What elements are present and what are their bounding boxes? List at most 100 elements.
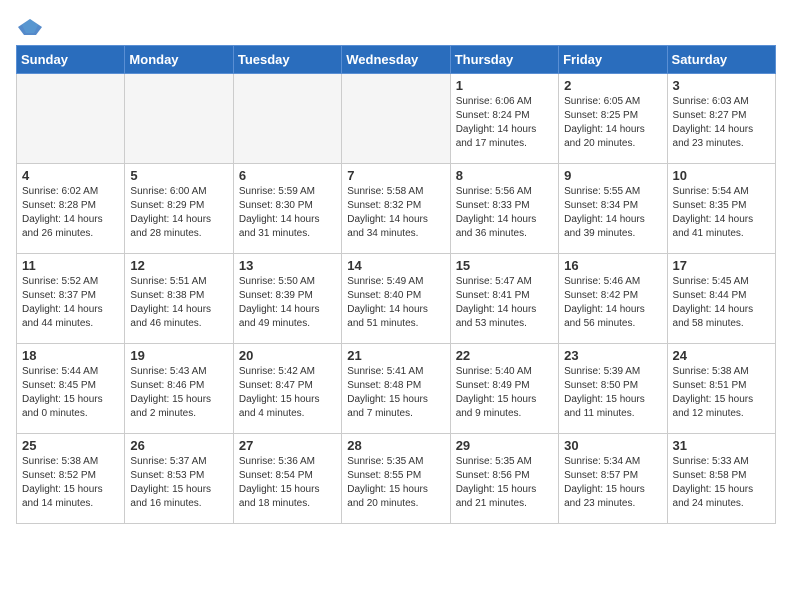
day-number: 30: [564, 438, 661, 453]
calendar-cell: 8 Sunrise: 5:56 AM Sunset: 8:33 PM Daylig…: [450, 164, 558, 254]
day-header-friday: Friday: [559, 46, 667, 74]
day-number: 14: [347, 258, 444, 273]
calendar-cell: 3 Sunrise: 6:03 AM Sunset: 8:27 PM Daylig…: [667, 74, 775, 164]
day-header-tuesday: Tuesday: [233, 46, 341, 74]
calendar-cell: 2 Sunrise: 6:05 AM Sunset: 8:25 PM Daylig…: [559, 74, 667, 164]
week-row-5: 25 Sunrise: 5:38 AM Sunset: 8:52 PM Dayli…: [17, 434, 776, 524]
page-header: [16, 16, 776, 37]
day-number: 11: [22, 258, 119, 273]
day-number: 9: [564, 168, 661, 183]
calendar-cell: 24 Sunrise: 5:38 AM Sunset: 8:51 PM Dayli…: [667, 344, 775, 434]
day-info: Sunrise: 5:38 AM Sunset: 8:52 PM Dayligh…: [22, 455, 119, 511]
calendar-cell: 25 Sunrise: 5:38 AM Sunset: 8:52 PM Dayli…: [17, 434, 125, 524]
day-info: Sunrise: 5:42 AM Sunset: 8:47 PM Dayligh…: [239, 365, 336, 421]
calendar-cell: 15 Sunrise: 5:47 AM Sunset: 8:41 PM Dayli…: [450, 254, 558, 344]
day-number: 29: [456, 438, 553, 453]
day-info: Sunrise: 5:58 AM Sunset: 8:32 PM Dayligh…: [347, 185, 444, 241]
day-number: 12: [130, 258, 227, 273]
day-number: 8: [456, 168, 553, 183]
calendar-cell: 21Sunrise: 5:41 AM Sunset: 8:48 PM Dayli…: [342, 344, 450, 434]
calendar-cell: 30 Sunrise: 5:34 AM Sunset: 8:57 PM Dayli…: [559, 434, 667, 524]
calendar-cell: 10 Sunrise: 5:54 AM Sunset: 8:35 PM Dayli…: [667, 164, 775, 254]
logo-icon: [16, 17, 44, 37]
day-info: Sunrise: 5:51 AM Sunset: 8:38 PM Dayligh…: [130, 275, 227, 331]
day-number: 7: [347, 168, 444, 183]
day-info: Sunrise: 5:35 AM Sunset: 8:55 PM Dayligh…: [347, 455, 444, 511]
calendar-cell: 7 Sunrise: 5:58 AM Sunset: 8:32 PM Daylig…: [342, 164, 450, 254]
day-info: Sunrise: 5:39 AM Sunset: 8:50 PM Dayligh…: [564, 365, 661, 421]
day-number: 27: [239, 438, 336, 453]
calendar-cell: 5Sunrise: 6:00 AM Sunset: 8:29 PM Daylig…: [125, 164, 233, 254]
day-number: 4: [22, 168, 119, 183]
day-info: Sunrise: 6:03 AM Sunset: 8:27 PM Dayligh…: [673, 95, 770, 151]
day-info: Sunrise: 5:59 AM Sunset: 8:30 PM Dayligh…: [239, 185, 336, 241]
day-number: 17: [673, 258, 770, 273]
day-number: 25: [22, 438, 119, 453]
calendar-table: SundayMondayTuesdayWednesdayThursdayFrid…: [16, 45, 776, 524]
day-info: Sunrise: 5:33 AM Sunset: 8:58 PM Dayligh…: [673, 455, 770, 511]
day-header-sunday: Sunday: [17, 46, 125, 74]
calendar-cell: 12 Sunrise: 5:51 AM Sunset: 8:38 PM Dayli…: [125, 254, 233, 344]
day-info: Sunrise: 5:50 AM Sunset: 8:39 PM Dayligh…: [239, 275, 336, 331]
day-header-thursday: Thursday: [450, 46, 558, 74]
day-number: 26: [130, 438, 227, 453]
day-number: 10: [673, 168, 770, 183]
day-number: 19: [130, 348, 227, 363]
calendar-cell: 1Sunrise: 6:06 AM Sunset: 8:24 PM Daylig…: [450, 74, 558, 164]
day-info: Sunrise: 5:34 AM Sunset: 8:57 PM Dayligh…: [564, 455, 661, 511]
calendar-cell: 26 Sunrise: 5:37 AM Sunset: 8:53 PM Dayli…: [125, 434, 233, 524]
calendar-cell: 18 Sunrise: 5:44 AM Sunset: 8:45 PM Dayli…: [17, 344, 125, 434]
day-number: 31: [673, 438, 770, 453]
day-number: 3: [673, 78, 770, 93]
day-number: 16: [564, 258, 661, 273]
day-info: Sunrise: 5:35 AM Sunset: 8:56 PM Dayligh…: [456, 455, 553, 511]
calendar-cell: 14Sunrise: 5:49 AM Sunset: 8:40 PM Dayli…: [342, 254, 450, 344]
calendar-cell: 16 Sunrise: 5:46 AM Sunset: 8:42 PM Dayli…: [559, 254, 667, 344]
day-number: 20: [239, 348, 336, 363]
day-number: 13: [239, 258, 336, 273]
day-info: Sunrise: 5:47 AM Sunset: 8:41 PM Dayligh…: [456, 275, 553, 331]
day-info: Sunrise: 5:43 AM Sunset: 8:46 PM Dayligh…: [130, 365, 227, 421]
day-number: 2: [564, 78, 661, 93]
logo: [16, 16, 48, 37]
day-info: Sunrise: 5:54 AM Sunset: 8:35 PM Dayligh…: [673, 185, 770, 241]
week-row-3: 11 Sunrise: 5:52 AM Sunset: 8:37 PM Dayli…: [17, 254, 776, 344]
day-info: Sunrise: 5:56 AM Sunset: 8:33 PM Dayligh…: [456, 185, 553, 241]
day-info: Sunrise: 5:46 AM Sunset: 8:42 PM Dayligh…: [564, 275, 661, 331]
calendar-cell: 20 Sunrise: 5:42 AM Sunset: 8:47 PM Dayli…: [233, 344, 341, 434]
day-info: Sunrise: 6:00 AM Sunset: 8:29 PM Dayligh…: [130, 185, 227, 241]
calendar-cell: [342, 74, 450, 164]
calendar-cell: 29 Sunrise: 5:35 AM Sunset: 8:56 PM Dayli…: [450, 434, 558, 524]
day-number: 23: [564, 348, 661, 363]
day-header-saturday: Saturday: [667, 46, 775, 74]
calendar-cell: [233, 74, 341, 164]
day-info: Sunrise: 5:36 AM Sunset: 8:54 PM Dayligh…: [239, 455, 336, 511]
calendar-cell: 31 Sunrise: 5:33 AM Sunset: 8:58 PM Dayli…: [667, 434, 775, 524]
day-info: Sunrise: 6:05 AM Sunset: 8:25 PM Dayligh…: [564, 95, 661, 151]
day-number: 18: [22, 348, 119, 363]
calendar-cell: [17, 74, 125, 164]
day-info: Sunrise: 5:44 AM Sunset: 8:45 PM Dayligh…: [22, 365, 119, 421]
calendar-cell: 11 Sunrise: 5:52 AM Sunset: 8:37 PM Dayli…: [17, 254, 125, 344]
calendar-cell: 17Sunrise: 5:45 AM Sunset: 8:44 PM Dayli…: [667, 254, 775, 344]
calendar-cell: 4 Sunrise: 6:02 AM Sunset: 8:28 PM Daylig…: [17, 164, 125, 254]
calendar-cell: 6 Sunrise: 5:59 AM Sunset: 8:30 PM Daylig…: [233, 164, 341, 254]
calendar-cell: [125, 74, 233, 164]
day-number: 28: [347, 438, 444, 453]
day-number: 24: [673, 348, 770, 363]
calendar-cell: 22Sunrise: 5:40 AM Sunset: 8:49 PM Dayli…: [450, 344, 558, 434]
calendar-cell: 27 Sunrise: 5:36 AM Sunset: 8:54 PM Dayli…: [233, 434, 341, 524]
day-info: Sunrise: 6:02 AM Sunset: 8:28 PM Dayligh…: [22, 185, 119, 241]
calendar-cell: 13 Sunrise: 5:50 AM Sunset: 8:39 PM Dayli…: [233, 254, 341, 344]
day-info: Sunrise: 5:55 AM Sunset: 8:34 PM Dayligh…: [564, 185, 661, 241]
day-info: Sunrise: 5:52 AM Sunset: 8:37 PM Dayligh…: [22, 275, 119, 331]
day-info: Sunrise: 5:38 AM Sunset: 8:51 PM Dayligh…: [673, 365, 770, 421]
calendar-cell: 28 Sunrise: 5:35 AM Sunset: 8:55 PM Dayli…: [342, 434, 450, 524]
day-number: 15: [456, 258, 553, 273]
day-number: 6: [239, 168, 336, 183]
day-info: Sunrise: 5:41 AM Sunset: 8:48 PM Dayligh…: [347, 365, 444, 421]
calendar-cell: 9 Sunrise: 5:55 AM Sunset: 8:34 PM Daylig…: [559, 164, 667, 254]
day-info: Sunrise: 5:37 AM Sunset: 8:53 PM Dayligh…: [130, 455, 227, 511]
day-number: 1: [456, 78, 553, 93]
day-number: 22: [456, 348, 553, 363]
